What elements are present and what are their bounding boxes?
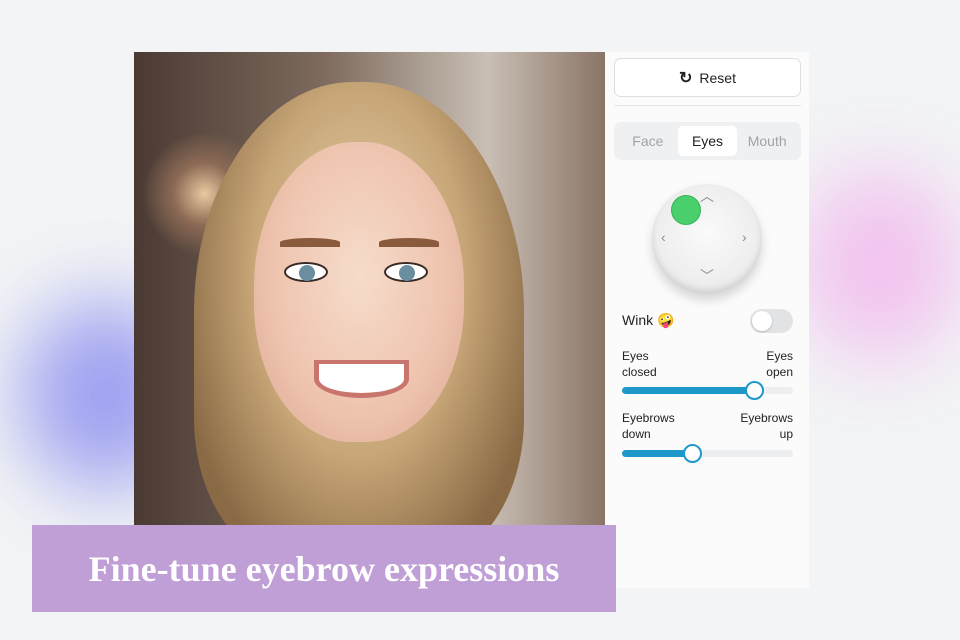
tab-face[interactable]: Face — [618, 126, 678, 156]
joystick-knob[interactable] — [671, 195, 701, 225]
slider-thumb[interactable] — [744, 381, 764, 400]
wink-emoji-icon: 🤪 — [657, 312, 675, 328]
chevron-up-icon: ︿ — [700, 188, 714, 204]
refresh-icon: ↻ — [679, 69, 693, 87]
slider-eyebrows-right-label: Eyebrows up — [740, 411, 793, 441]
left-eye — [284, 262, 328, 282]
control-panel: ↻ Reset Face Eyes Mouth ︿ ‹ › ﹀ Wink 🤪 E… — [605, 52, 809, 588]
reset-label: Reset — [699, 69, 736, 86]
divider — [614, 105, 801, 106]
slider-eyebrows-left-label: Eyebrows down — [622, 411, 675, 441]
left-eyebrow — [280, 238, 340, 247]
tab-eyes[interactable]: Eyes — [677, 126, 738, 156]
background-blob-pink — [800, 170, 960, 360]
mouth — [314, 360, 409, 398]
eyes-open-slider[interactable] — [622, 381, 793, 400]
wink-label: Wink 🤪 — [622, 312, 675, 328]
tab-mouth[interactable]: Mouth — [737, 126, 797, 156]
slider-eyes-right-label: Eyes open — [766, 349, 793, 379]
eyebrows-slider[interactable] — [622, 444, 793, 463]
right-eyebrow — [379, 238, 439, 247]
right-eye — [384, 262, 428, 282]
slider-fill — [622, 450, 693, 457]
chevron-left-icon: ‹ — [661, 229, 666, 245]
reset-button[interactable]: ↻ Reset — [614, 58, 801, 97]
chevron-down-icon: ﹀ — [700, 268, 714, 284]
chevron-right-icon: › — [742, 229, 747, 245]
tab-bar: Face Eyes Mouth — [614, 122, 801, 160]
caption-banner: Fine-tune eyebrow expressions — [32, 525, 616, 612]
slider-fill — [622, 387, 754, 394]
face — [254, 142, 464, 442]
slider-thumb[interactable] — [683, 444, 703, 463]
wink-toggle[interactable] — [750, 309, 793, 333]
direction-joystick[interactable]: ︿ ‹ › ﹀ — [652, 184, 762, 294]
slider-eyes-left-label: Eyes closed — [622, 349, 657, 379]
portrait-photo — [134, 52, 605, 525]
